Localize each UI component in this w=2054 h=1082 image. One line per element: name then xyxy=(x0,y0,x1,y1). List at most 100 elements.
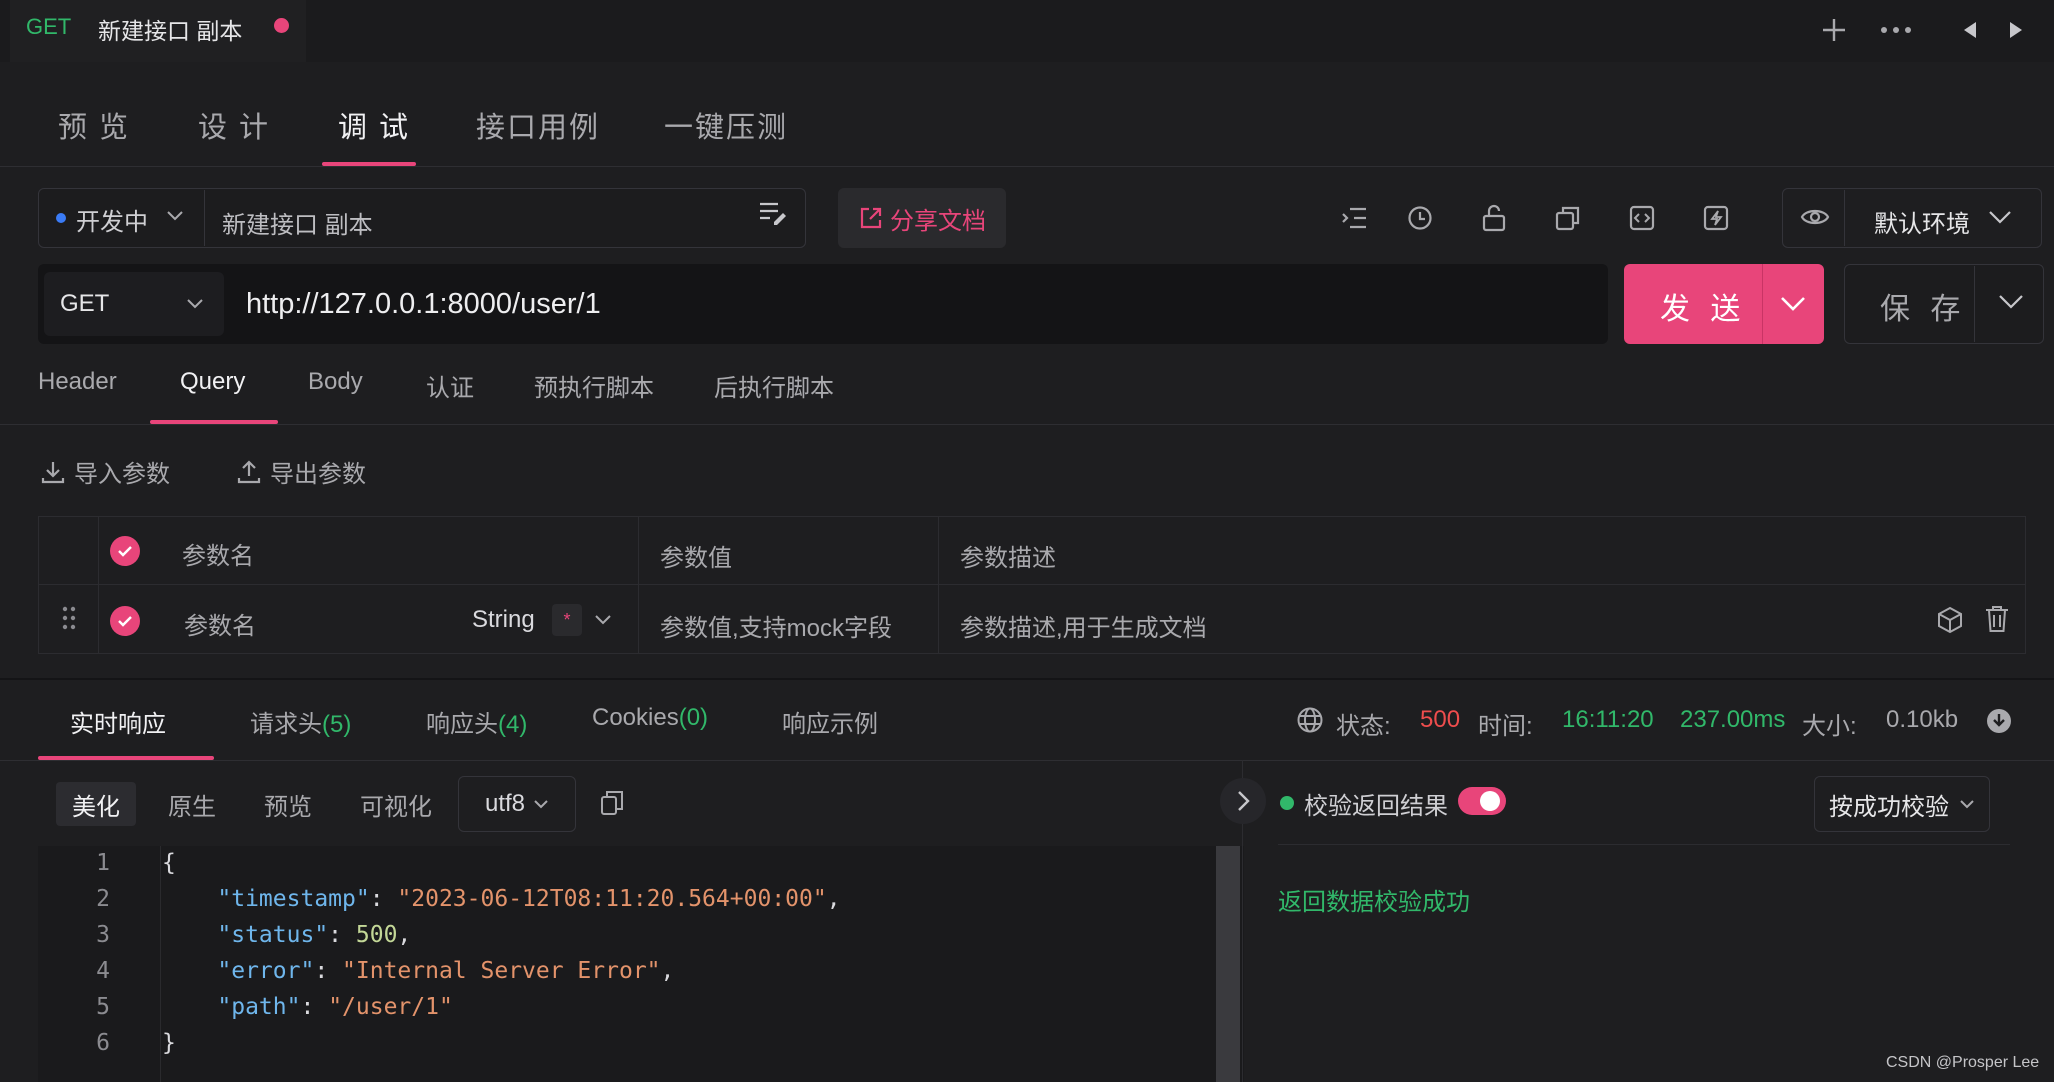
line-number: 1 xyxy=(96,850,110,876)
share-doc-button[interactable]: 分享文档 xyxy=(838,188,1006,248)
validate-result-message: 返回数据校验成功 xyxy=(1278,889,1470,916)
tab-load-test[interactable]: 一键压测 xyxy=(664,104,788,146)
tab-test-cases[interactable]: 接口用例 xyxy=(476,104,600,146)
encoding-select[interactable]: utf8 xyxy=(458,776,576,832)
api-name-input[interactable]: 新建接口 副本 xyxy=(222,205,373,240)
tab-debug[interactable]: 调 试 xyxy=(338,104,410,146)
send-options-chevron-icon[interactable] xyxy=(1780,296,1806,312)
row-checkbox[interactable] xyxy=(110,606,140,636)
tab-body[interactable]: Body xyxy=(308,368,363,396)
param-name-input[interactable]: 参数名 xyxy=(184,606,256,641)
chevron-down-icon[interactable] xyxy=(1988,210,2012,224)
history-icon[interactable] xyxy=(1402,200,1438,236)
validate-response-label: 校验返回结果 xyxy=(1304,793,1448,820)
copy-response-icon[interactable] xyxy=(600,790,624,816)
tab-post-script[interactable]: 后执行脚本 xyxy=(714,368,834,403)
line-number: 3 xyxy=(96,922,110,948)
document-tab-bar xyxy=(0,0,2054,62)
code-line: "path": "/user/1" xyxy=(217,994,453,1020)
status-select[interactable]: 开发中 xyxy=(76,202,148,237)
chevron-down-icon[interactable] xyxy=(594,614,612,626)
code-line: "timestamp": "2023-06-12T08:11:20.564+00… xyxy=(217,886,841,912)
tab-design[interactable]: 设 计 xyxy=(198,104,270,146)
validate-mode-select[interactable]: 按成功校验 xyxy=(1814,776,1990,832)
column-divider xyxy=(98,516,99,654)
editor-scrollbar[interactable] xyxy=(1216,846,1240,1082)
trash-icon[interactable] xyxy=(1984,604,2010,634)
required-toggle[interactable]: * xyxy=(552,604,582,636)
tab-pre-script[interactable]: 预执行脚本 xyxy=(534,368,654,403)
status-code: 500 xyxy=(1420,706,1461,733)
param-description-input[interactable]: 参数描述,用于生成文档 xyxy=(960,608,1207,643)
download-icon xyxy=(40,459,66,485)
tab-cookies[interactable]: Cookies(0) xyxy=(592,704,708,732)
column-header-name: 参数名 xyxy=(182,543,254,570)
param-type-select[interactable]: String xyxy=(472,606,535,634)
divider xyxy=(0,760,2054,761)
indent-guide xyxy=(160,846,161,1082)
unlock-icon[interactable] xyxy=(1476,200,1512,236)
divider xyxy=(0,424,2054,425)
divider xyxy=(0,166,2054,167)
url-input[interactable]: http://127.0.0.1:8000/user/1 xyxy=(246,288,601,321)
code-line: { xyxy=(162,850,176,876)
line-number: 4 xyxy=(96,958,110,984)
plus-icon[interactable] xyxy=(1812,8,1856,52)
select-all-checkbox[interactable] xyxy=(110,536,140,566)
edit-description-icon[interactable] xyxy=(758,200,788,226)
divider xyxy=(1844,190,1845,246)
save-options-chevron-icon[interactable] xyxy=(1998,294,2024,310)
collapse-panel-button[interactable] xyxy=(1220,778,1266,824)
line-number: 6 xyxy=(96,1030,110,1056)
drag-handle-icon[interactable] xyxy=(62,606,76,630)
view-pretty-button[interactable]: 美化 xyxy=(56,782,136,826)
outline-icon[interactable] xyxy=(1336,200,1372,236)
encoding-label: utf8 xyxy=(484,790,526,817)
view-preview-button[interactable]: 预览 xyxy=(248,782,328,826)
param-value-input[interactable]: 参数值,支持mock字段 xyxy=(660,608,892,643)
divider xyxy=(204,190,205,246)
code-line: "status": 500, xyxy=(217,922,412,948)
response-time: 16:11:20 xyxy=(1562,706,1654,733)
tab-preview[interactable]: 预 览 xyxy=(58,104,130,146)
share-doc-label: 分享文档 xyxy=(890,207,986,235)
tab-auth[interactable]: 认证 xyxy=(426,368,474,403)
flash-icon[interactable] xyxy=(1698,200,1734,236)
code-line: "error": "Internal Server Error", xyxy=(217,958,675,984)
divider xyxy=(1278,844,2010,845)
chevron-down-icon xyxy=(533,799,549,809)
code-icon[interactable] xyxy=(1624,200,1660,236)
import-params-button[interactable]: 导入参数 xyxy=(40,454,170,489)
validate-status-dot xyxy=(1280,796,1294,810)
line-number: 5 xyxy=(96,994,110,1020)
column-header-description: 参数描述 xyxy=(960,545,1056,572)
view-raw-button[interactable]: 原生 xyxy=(152,782,232,826)
tab-header[interactable]: Header xyxy=(38,368,117,396)
chevron-down-icon[interactable] xyxy=(186,298,204,310)
export-params-button[interactable]: 导出参数 xyxy=(236,454,366,489)
tab-response-examples[interactable]: 响应示例 xyxy=(782,704,878,739)
cube-icon[interactable] xyxy=(1936,606,1964,634)
response-size: 0.10kb xyxy=(1886,706,1959,733)
size-label: 大小: xyxy=(1802,713,1857,740)
column-divider xyxy=(938,516,939,654)
chevron-down-icon[interactable] xyxy=(166,210,184,222)
eye-icon[interactable] xyxy=(1800,204,1830,230)
table-row-divider xyxy=(38,584,2026,585)
tab-request-headers[interactable]: 请求头(5) xyxy=(250,704,351,739)
view-visualize-button[interactable]: 可视化 xyxy=(344,782,448,826)
arrow-left-icon[interactable] xyxy=(1948,8,1992,52)
column-divider xyxy=(638,516,639,654)
tab-live-response[interactable]: 实时响应 xyxy=(70,704,166,739)
method-label: GET xyxy=(60,290,110,317)
time-label: 时间: xyxy=(1478,713,1533,740)
more-icon[interactable] xyxy=(1874,8,1918,52)
response-duration: 237.00ms xyxy=(1680,706,1786,733)
tab-query[interactable]: Query xyxy=(180,368,245,396)
upload-icon xyxy=(236,459,262,485)
tab-response-headers[interactable]: 响应头(4) xyxy=(426,704,527,739)
download-response-icon[interactable] xyxy=(1986,708,2012,734)
copy-icon[interactable] xyxy=(1550,200,1586,236)
panel-divider xyxy=(0,678,2054,680)
arrow-right-icon[interactable] xyxy=(1994,8,2038,52)
